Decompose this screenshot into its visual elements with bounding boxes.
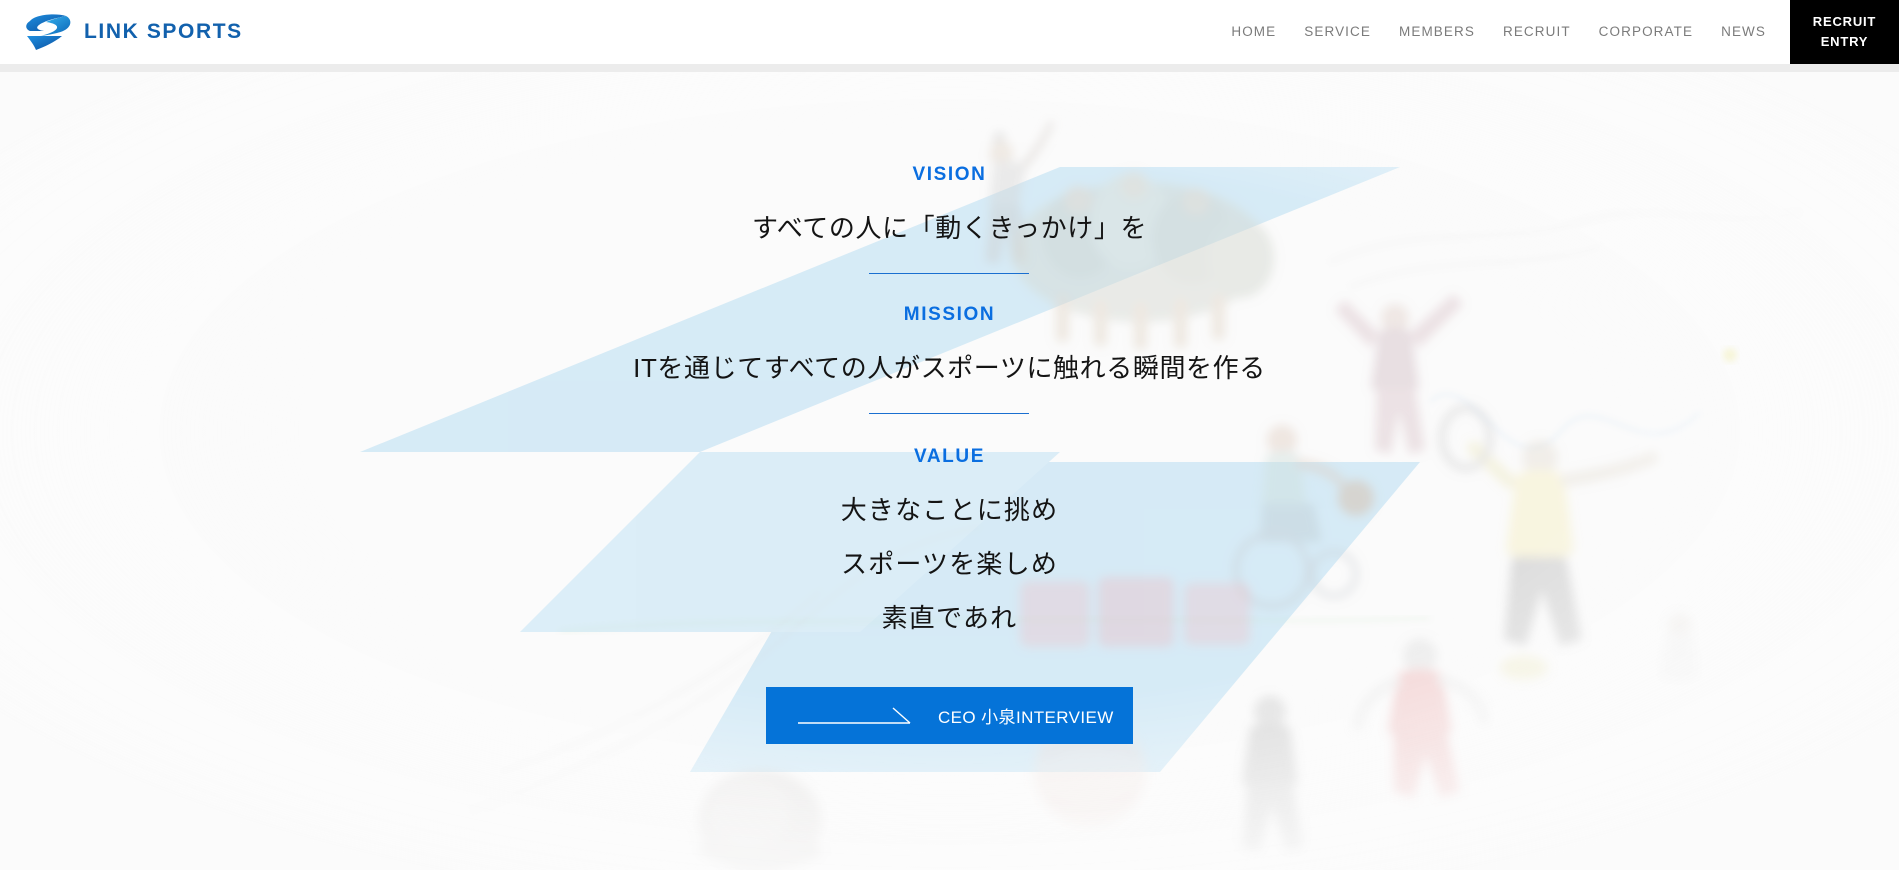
ceo-interview-button[interactable]: CEO 小泉INTERVIEW bbox=[766, 687, 1133, 744]
nav-item-news[interactable]: NEWS bbox=[1707, 0, 1780, 64]
nav-item-home[interactable]: HOME bbox=[1217, 0, 1290, 64]
hero-content: VISION すべての人に「動くきっかけ」を MISSION ITを通じてすべて… bbox=[0, 72, 1899, 870]
link-sports-swoosh-logo-icon bbox=[22, 12, 74, 52]
recruit-entry-button[interactable]: RECRUIT ENTRY bbox=[1790, 0, 1899, 64]
value-list: 大きなことに挑め スポーツを楽しめ 素直であれ bbox=[841, 490, 1059, 635]
vision-divider bbox=[869, 273, 1030, 274]
vision-text: すべての人に「動くきっかけ」を bbox=[751, 213, 1148, 243]
long-arrow-right-icon bbox=[798, 705, 918, 727]
vision-label: VISION bbox=[912, 164, 987, 185]
brand-name: LINK SPORTS bbox=[84, 20, 243, 43]
main-nav: HOME SERVICE MEMBERS RECRUIT CORPORATE N… bbox=[1217, 0, 1899, 64]
nav-item-recruit[interactable]: RECRUIT bbox=[1489, 0, 1585, 64]
ceo-interview-label: CEO 小泉INTERVIEW bbox=[938, 708, 1114, 727]
header-underline bbox=[0, 64, 1899, 72]
mission-text: ITを通じてすべての人がスポーツに触れる瞬間を作る bbox=[633, 353, 1266, 383]
recruit-entry-line2: ENTRY bbox=[1820, 34, 1869, 49]
hero-section: VISION すべての人に「動くきっかけ」を MISSION ITを通じてすべて… bbox=[0, 72, 1899, 870]
value-label: VALUE bbox=[914, 446, 985, 467]
nav-item-service[interactable]: SERVICE bbox=[1290, 0, 1385, 64]
nav-item-corporate[interactable]: CORPORATE bbox=[1585, 0, 1707, 64]
mission-block: MISSION ITを通じてすべての人がスポーツに触れる瞬間を作る bbox=[633, 304, 1266, 414]
value-block: VALUE 大きなことに挑め スポーツを楽しめ 素直であれ bbox=[841, 446, 1059, 635]
vision-block: VISION すべての人に「動くきっかけ」を bbox=[752, 164, 1147, 274]
nav-item-members[interactable]: MEMBERS bbox=[1385, 0, 1489, 64]
recruit-entry-line1: RECRUIT bbox=[1812, 14, 1877, 29]
value-item-3: 素直であれ bbox=[881, 603, 1018, 633]
value-item-2: スポーツを楽しめ bbox=[840, 549, 1059, 579]
site-header: LINK SPORTS HOME SERVICE MEMBERS RECRUIT… bbox=[0, 0, 1899, 64]
value-item-1: 大きなことに挑め bbox=[840, 495, 1059, 525]
brand-logo[interactable]: LINK SPORTS bbox=[22, 0, 243, 64]
mission-divider bbox=[869, 413, 1030, 414]
mission-label: MISSION bbox=[903, 304, 996, 325]
